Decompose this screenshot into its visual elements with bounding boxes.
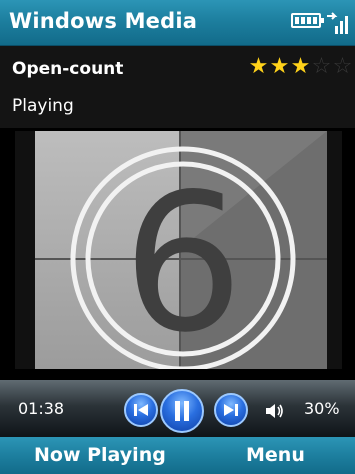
video-frame[interactable]: 6 [15, 131, 342, 369]
countdown-number: 6 [123, 153, 244, 369]
rating-stars[interactable]: ★★★☆☆ [248, 56, 353, 78]
playback-controls: 01:38 30% [0, 380, 355, 437]
previous-button[interactable] [124, 393, 158, 427]
pause-icon [175, 401, 189, 421]
now-playing-softkey[interactable]: Now Playing [34, 444, 166, 466]
softkey-bar: Now Playing Menu [0, 437, 355, 474]
next-icon [224, 404, 238, 416]
star-filled-icon[interactable]: ★ [248, 56, 269, 78]
star-filled-icon[interactable]: ★ [290, 56, 311, 78]
track-info-panel: Open-count ★★★☆☆ Playing [0, 46, 355, 128]
volume-level: 30% [304, 399, 340, 418]
volume-button[interactable] [265, 402, 285, 424]
previous-icon [134, 404, 148, 416]
track-name: Open-count [12, 59, 124, 79]
battery-icon [291, 13, 324, 28]
playback-status: Playing [12, 96, 74, 116]
next-button[interactable] [214, 393, 248, 427]
pause-button[interactable] [160, 389, 204, 433]
star-filled-icon[interactable]: ★ [269, 56, 290, 78]
menu-softkey[interactable]: Menu [246, 444, 305, 466]
title-bar: Windows Media [0, 0, 355, 46]
signal-icon [326, 10, 348, 36]
elapsed-time: 01:38 [18, 399, 65, 418]
star-empty-icon[interactable]: ☆ [311, 56, 332, 78]
app-title: Windows Media [9, 9, 198, 33]
speaker-icon [266, 404, 283, 418]
star-empty-icon[interactable]: ☆ [332, 56, 353, 78]
